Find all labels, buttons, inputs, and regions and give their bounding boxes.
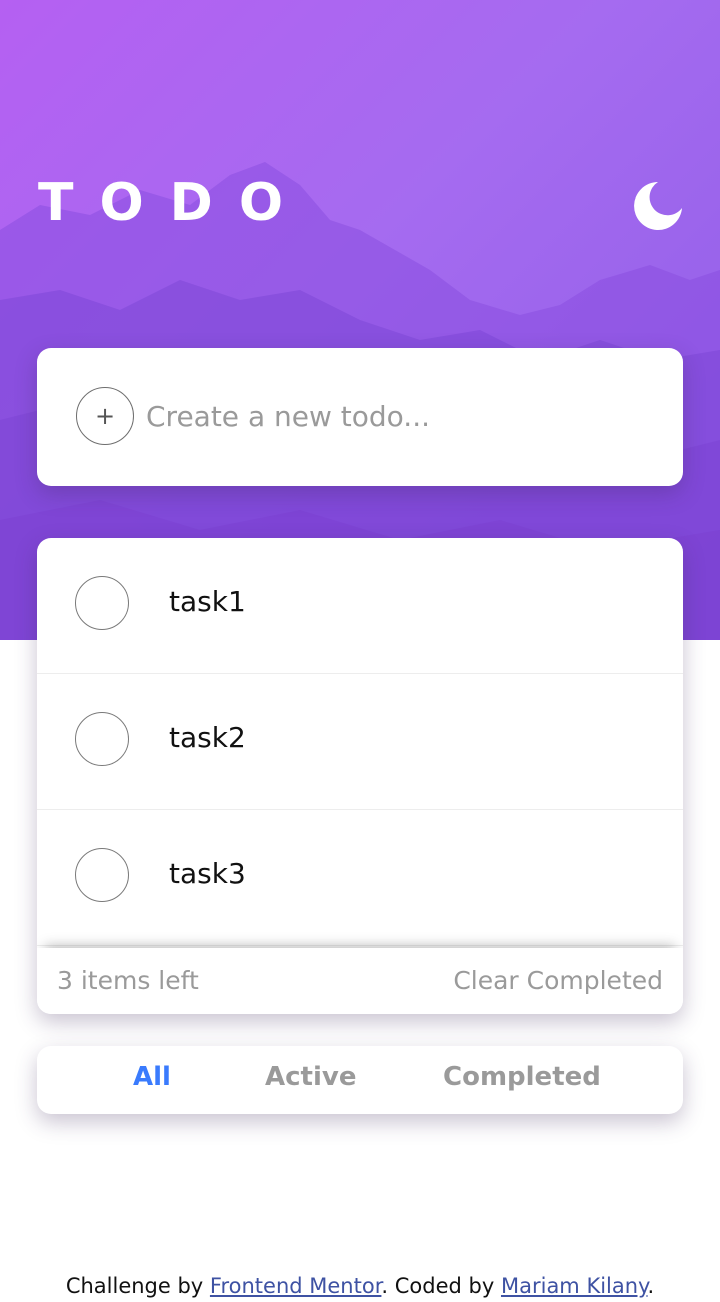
attribution: Challenge by Frontend Mentor. Coded by M… (0, 1274, 720, 1298)
filter-all-tab[interactable]: All (133, 1062, 171, 1092)
attribution-prefix: Challenge by (65, 1274, 210, 1298)
clear-completed-button[interactable]: Clear Completed (453, 966, 663, 995)
add-todo-button[interactable]: + (76, 387, 134, 445)
filter-active-tab[interactable]: Active (265, 1062, 356, 1092)
frontend-mentor-link[interactable]: Frontend Mentor (210, 1274, 382, 1298)
new-todo-input[interactable] (146, 390, 646, 442)
list-footer: 3 items left Clear Completed (37, 948, 683, 1014)
filter-bar: All Active Completed (37, 1046, 683, 1114)
todo-checkbox[interactable] (75, 712, 129, 766)
todo-label: task1 (169, 585, 246, 618)
filter-completed-tab[interactable]: Completed (443, 1062, 601, 1092)
todo-item[interactable]: task2 (37, 674, 683, 810)
attribution-suffix: . (647, 1274, 655, 1298)
items-left-counter: 3 items left (57, 966, 199, 995)
todo-label: task2 (169, 721, 246, 754)
todo-checkbox[interactable] (75, 576, 129, 630)
moon-icon (634, 182, 682, 230)
todo-list-card: task1 task2 task3 3 items left Clear Com… (37, 538, 683, 1014)
app-logo: TODO (38, 173, 310, 233)
author-link[interactable]: Mariam Kilany (501, 1274, 648, 1298)
theme-toggle-button[interactable] (628, 178, 684, 234)
todo-app-page: TODO + task1 task2 task3 3 items left Cl… (0, 0, 720, 1302)
todo-item[interactable]: task3 (37, 810, 683, 946)
todo-item[interactable]: task1 (37, 538, 683, 674)
todo-checkbox[interactable] (75, 848, 129, 902)
attribution-middle: . Coded by (381, 1274, 501, 1298)
plus-icon: + (94, 402, 116, 430)
todo-label: task3 (169, 857, 246, 890)
